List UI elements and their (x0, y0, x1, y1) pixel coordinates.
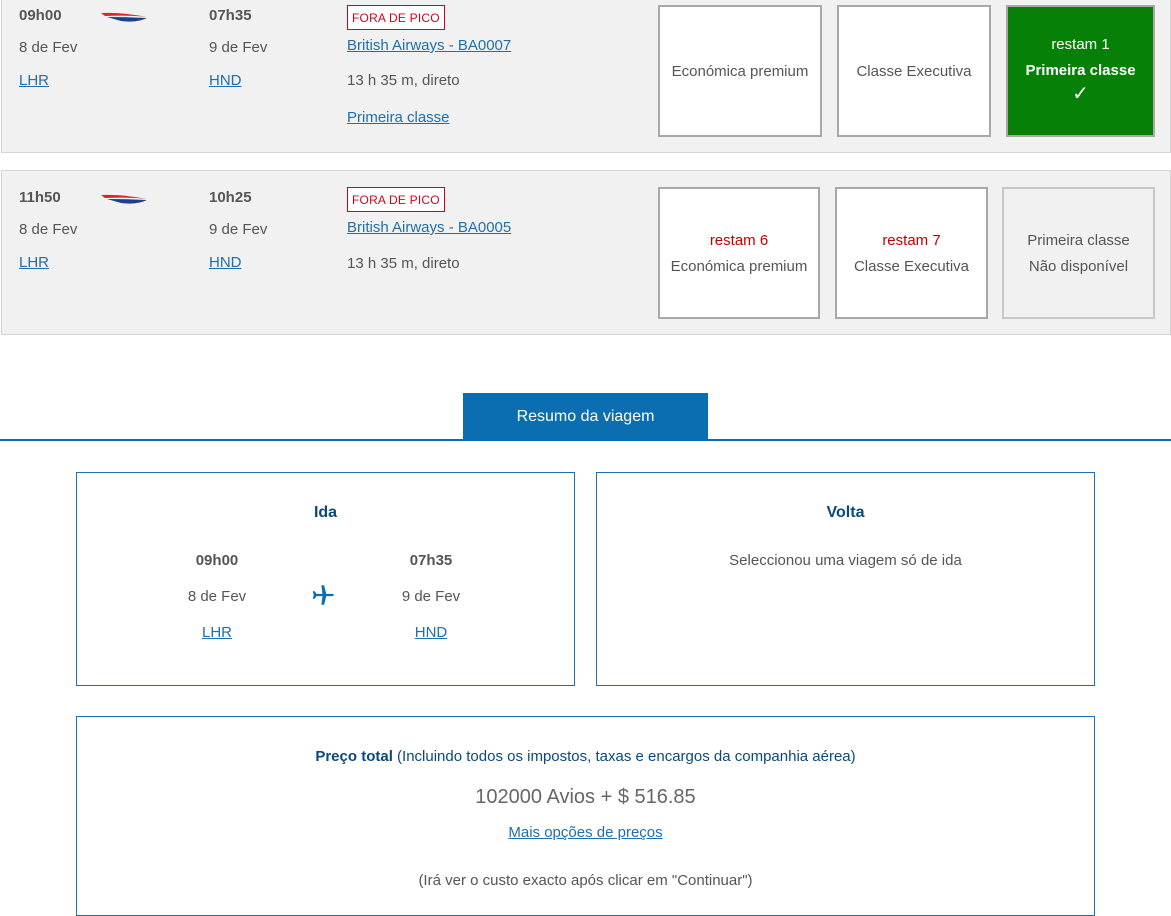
depart-date: 8 de Fev (19, 221, 78, 238)
off-peak-badge: FORA DE PICO (347, 187, 445, 212)
british-airways-logo-icon (101, 12, 147, 22)
seats-remaining: restam 1 (1051, 36, 1110, 53)
flight-row: 11h50 8 de Fev LHR 10h25 9 de Fev HND FO… (1, 170, 1171, 335)
cabin-option-business[interactable]: restam 7 Classe Executiva (835, 187, 988, 319)
depart-date: 8 de Fev (19, 39, 78, 56)
depart-airport-link[interactable]: LHR (19, 254, 49, 271)
arrive-time: 10h25 (209, 189, 252, 206)
cabin-option-premium-economy[interactable]: restam 6 Económica premium (658, 187, 820, 319)
flight-row: 09h00 8 de Fev LHR 07h35 9 de Fev HND FO… (1, 0, 1171, 153)
summary-depart-date: 8 de Fev (187, 588, 247, 605)
cabin-name: Primeira classe (1025, 62, 1136, 79)
checkmark-icon: ✓ (1072, 83, 1089, 105)
return-summary-box: Volta Seleccionou uma viagem só de ida (596, 472, 1095, 686)
tab-trip-summary[interactable]: Resumo da viagem (463, 393, 708, 440)
return-title: Volta (826, 504, 865, 521)
cabin-name: Classe Executiva (856, 62, 972, 80)
price-amount: 102000 Avios + $ 516.85 (475, 786, 696, 808)
flight-duration: 13 h 35 m, direto (347, 72, 460, 89)
outbound-title: Ida (313, 504, 338, 521)
price-label: Preço total (315, 748, 393, 765)
arrive-airport-link[interactable]: HND (209, 72, 242, 89)
price-heading: Preço total (Incluindo todos os impostos… (77, 748, 1094, 765)
return-message: Seleccionou uma viagem só de ida (729, 552, 962, 569)
depart-time: 09h00 (19, 7, 62, 24)
price-options-wrapper: Mais opções de preços (77, 824, 1094, 842)
flight-number-link[interactable]: British Airways - BA0005 (347, 219, 511, 236)
cabin-name: Primeira classe (1027, 231, 1130, 249)
summary-arrive-date: 9 de Fev (401, 588, 461, 605)
depart-time: 11h50 (19, 189, 61, 206)
depart-airport-link[interactable]: LHR (19, 72, 49, 89)
arrive-time: 07h35 (209, 7, 252, 24)
cabin-option-first-unavailable: Primeira classe Não disponível (1002, 187, 1155, 319)
total-price-box: Preço total (Incluindo todos os impostos… (76, 716, 1095, 916)
summary-arrive-time: 07h35 (409, 552, 453, 569)
british-airways-logo-icon (101, 194, 147, 204)
cabin-name: Classe Executiva (853, 257, 970, 275)
availability-status: Não disponível (1028, 257, 1129, 275)
cabin-option-business[interactable]: Classe Executiva (837, 5, 991, 137)
cabin-name: Económica premium (670, 257, 808, 275)
tab-divider (0, 439, 1171, 441)
seats-remaining: restam 6 (709, 231, 769, 249)
summary-depart-airport-link[interactable]: LHR (167, 624, 267, 641)
arrive-date: 9 de Fev (209, 221, 268, 238)
summary-arrive-airport-link[interactable]: HND (381, 624, 481, 641)
price-footnote: (Irá ver o custo exacto após clicar em "… (418, 872, 753, 889)
cabin-option-premium-economy[interactable]: Económica premium (658, 5, 822, 137)
cabin-option-first-selected[interactable]: restam 1 Primeira classe ✓ (1006, 5, 1155, 137)
cabin-class-link[interactable]: Primeira classe (347, 109, 450, 126)
more-price-options-link[interactable]: Mais opções de preços (508, 824, 662, 841)
cabin-name: Económica premium (671, 62, 809, 80)
seats-remaining: restam 7 (882, 231, 941, 249)
price-note: (Incluindo todos os impostos, taxas e en… (397, 748, 856, 765)
summary-depart-time: 09h00 (195, 552, 239, 569)
flight-number-link[interactable]: British Airways - BA0007 (347, 37, 511, 54)
off-peak-badge: FORA DE PICO (347, 5, 445, 30)
outbound-summary-box: Ida 09h00 8 de Fev LHR 07h35 9 de Fev HN… (76, 472, 575, 686)
airplane-icon (312, 585, 334, 605)
arrive-date: 9 de Fev (209, 39, 268, 56)
arrive-airport-link[interactable]: HND (209, 254, 242, 271)
flight-duration: 13 h 35 m, direto (347, 255, 460, 272)
